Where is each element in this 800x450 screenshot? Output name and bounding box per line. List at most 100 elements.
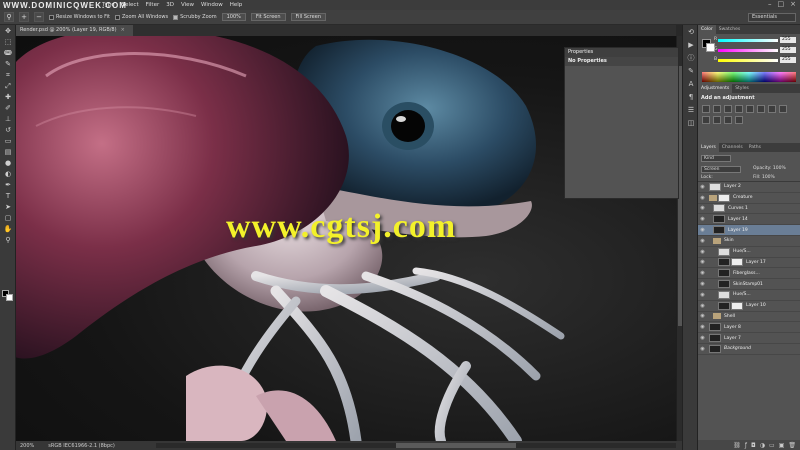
- visibility-eye-icon[interactable]: ◉: [698, 238, 707, 244]
- tab-paths[interactable]: Paths: [746, 143, 764, 152]
- curves-icon[interactable]: [724, 105, 732, 113]
- eraser-tool-icon[interactable]: ▭: [2, 136, 14, 146]
- zoom-all-checkbox[interactable]: Zoom All Windows: [115, 14, 168, 20]
- pen-tool-icon[interactable]: ✒: [2, 180, 14, 190]
- eyedropper-tool-icon[interactable]: ⤢: [2, 81, 14, 91]
- vibrance-icon[interactable]: [746, 105, 754, 113]
- background-color-swatch[interactable]: [6, 294, 13, 301]
- layer-row[interactable]: ◉ Layer 17: [698, 258, 800, 269]
- trash-icon[interactable]: 🗑: [788, 442, 796, 449]
- zoom-100-button[interactable]: 100%: [221, 13, 246, 21]
- layer-row[interactable]: ◉ Layer 7: [698, 333, 800, 344]
- properties-icon[interactable]: ☰: [685, 105, 697, 116]
- layer-kind-filter[interactable]: Kind: [701, 155, 731, 162]
- horizontal-scrollbar[interactable]: [156, 443, 676, 448]
- tab-channels[interactable]: Channels: [719, 143, 746, 152]
- gradient-tool-icon[interactable]: ▤: [2, 147, 14, 157]
- properties-title[interactable]: Properties: [565, 48, 678, 57]
- layer-row[interactable]: ◉ Hue/S...: [698, 247, 800, 258]
- menu-filter[interactable]: Filter: [146, 2, 160, 8]
- b-value[interactable]: 255: [780, 57, 796, 63]
- levels-icon[interactable]: [713, 105, 721, 113]
- tab-styles[interactable]: Styles: [732, 84, 752, 93]
- add-mask-icon[interactable]: ◘: [751, 442, 756, 449]
- close-icon[interactable]: ×: [790, 0, 796, 8]
- hand-tool-icon[interactable]: ✋: [2, 224, 14, 234]
- fill-field[interactable]: Fill: 100%: [753, 175, 775, 180]
- visibility-eye-icon[interactable]: ◉: [698, 303, 707, 309]
- fx-icon[interactable]: ƒ: [745, 442, 747, 449]
- zoom-out-icon[interactable]: −: [34, 12, 44, 22]
- marquee-tool-icon[interactable]: ⬚: [2, 37, 14, 47]
- layer-row[interactable]: ◉ Layer 10: [698, 301, 800, 312]
- visibility-eye-icon[interactable]: ◉: [698, 292, 707, 298]
- dodge-tool-icon[interactable]: ◐: [2, 169, 14, 179]
- visibility-eye-icon[interactable]: ◉: [698, 346, 707, 352]
- history-icon[interactable]: ⟲: [685, 27, 697, 38]
- layer-row[interactable]: ◉ Layer 8: [698, 322, 800, 334]
- visibility-eye-icon[interactable]: ◉: [698, 216, 707, 222]
- layer-row[interactable]: ◉ Curves 1: [698, 204, 800, 215]
- resize-windows-checkbox[interactable]: Resize Windows to Fit: [49, 14, 110, 20]
- workspace-select[interactable]: Essentials: [748, 13, 796, 22]
- layer-row[interactable]: ◉ Layer 2: [698, 182, 800, 193]
- visibility-eye-icon[interactable]: ◉: [698, 249, 707, 255]
- layer-row[interactable]: ◉ Fiberglass...: [698, 268, 800, 280]
- new-layer-icon[interactable]: ▣: [779, 442, 785, 449]
- r-slider[interactable]: [718, 39, 778, 42]
- layer-row-selected[interactable]: ◉ Layer 19: [698, 225, 800, 236]
- layer-row[interactable]: ◉ Skin: [698, 236, 800, 247]
- b-slider[interactable]: [718, 59, 778, 62]
- menu-view[interactable]: View: [181, 2, 194, 8]
- healing-tool-icon[interactable]: ✚: [2, 92, 14, 102]
- shape-tool-icon[interactable]: ▢: [2, 213, 14, 223]
- quick-select-tool-icon[interactable]: ✎: [2, 59, 14, 69]
- fit-screen-button[interactable]: Fit Screen: [250, 13, 286, 21]
- visibility-eye-icon[interactable]: ◉: [698, 205, 707, 211]
- paragraph-icon[interactable]: ¶: [685, 92, 697, 103]
- visibility-eye-icon[interactable]: ◉: [698, 281, 707, 287]
- crop-tool-icon[interactable]: ⌗: [2, 70, 14, 80]
- r-value[interactable]: 255: [780, 37, 796, 43]
- horizontal-scroll-thumb[interactable]: [396, 443, 516, 448]
- menu-3d[interactable]: 3D: [166, 2, 174, 8]
- blur-tool-icon[interactable]: ●: [2, 158, 14, 168]
- tab-color[interactable]: Color: [698, 25, 716, 34]
- minimize-icon[interactable]: –: [768, 0, 772, 8]
- zoom-tool-icon[interactable]: ⚲: [4, 12, 14, 22]
- g-value[interactable]: 255: [780, 47, 796, 53]
- black-white-icon[interactable]: [779, 105, 787, 113]
- document-tab[interactable]: Render.psd @ 200% (Layer 19, RGB/8) ×: [16, 25, 133, 36]
- layer-row[interactable]: ◉ Layer 14: [698, 214, 800, 226]
- visibility-eye-icon[interactable]: ◉: [698, 324, 707, 330]
- adjustment-layer-icon[interactable]: ◑: [760, 442, 765, 449]
- close-tab-icon[interactable]: ×: [121, 27, 125, 33]
- color-balance-icon[interactable]: [768, 105, 776, 113]
- tab-layers[interactable]: Layers: [698, 143, 719, 152]
- tab-swatches[interactable]: Swatches: [716, 25, 744, 34]
- actions-icon[interactable]: ▶: [685, 40, 697, 51]
- layer-row[interactable]: ◉ Hue/S...: [698, 290, 800, 301]
- maximize-icon[interactable]: □: [778, 0, 785, 8]
- brightness-icon[interactable]: [702, 105, 710, 113]
- lasso-tool-icon[interactable]: ↈ: [2, 48, 14, 58]
- invert-icon[interactable]: [724, 116, 732, 124]
- document-info[interactable]: sRGB IEC61966-2.1 (8bpc): [48, 443, 115, 449]
- history-brush-tool-icon[interactable]: ↺: [2, 125, 14, 135]
- clone-stamp-tool-icon[interactable]: ⊥: [2, 114, 14, 124]
- type-tool-icon[interactable]: T: [2, 191, 14, 201]
- blend-mode-select[interactable]: Screen: [701, 166, 741, 173]
- new-group-icon[interactable]: ▭: [769, 442, 775, 449]
- channels-icon[interactable]: ◫: [685, 118, 697, 129]
- menu-help[interactable]: Help: [230, 2, 243, 8]
- layer-row[interactable]: ◉ Shell: [698, 312, 800, 323]
- menu-window[interactable]: Window: [201, 2, 223, 8]
- visibility-eye-icon[interactable]: ◉: [698, 335, 707, 341]
- character-icon[interactable]: A: [685, 79, 697, 90]
- tab-adjustments[interactable]: Adjustments: [698, 84, 733, 93]
- info-icon[interactable]: ⓘ: [685, 53, 697, 64]
- visibility-eye-icon[interactable]: ◉: [698, 270, 707, 276]
- layer-row[interactable]: ◉ Background: [698, 344, 800, 355]
- brush-tool-icon[interactable]: ✐: [2, 103, 14, 113]
- channel-mixer-icon[interactable]: [713, 116, 721, 124]
